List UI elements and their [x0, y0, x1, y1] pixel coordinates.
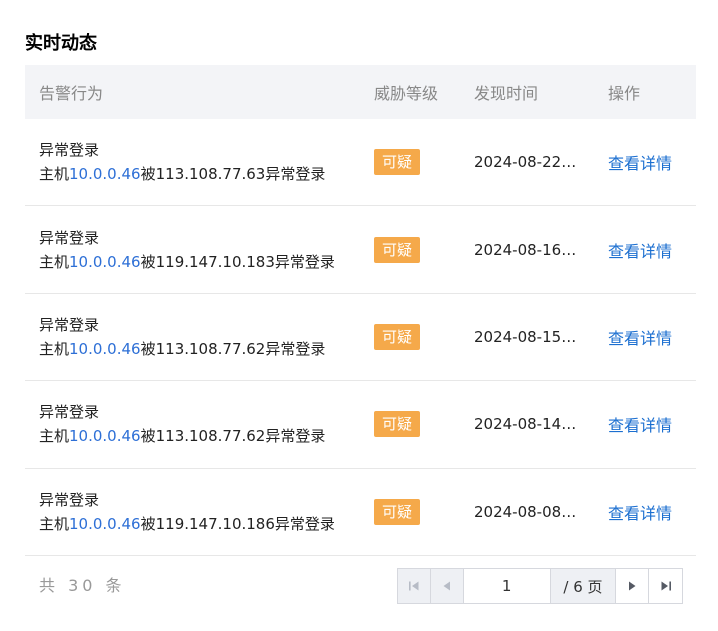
time-cell: 2024-08-14 … [460, 415, 594, 433]
table-row: 异常登录 主机10.0.0.46被119.147.10.183异常登录 可疑 2… [25, 206, 696, 294]
action-cell: 查看详情 [594, 412, 696, 436]
behavior-cell: 异常登录 主机10.0.0.46被119.147.10.186异常登录 [25, 488, 360, 536]
behavior-cell: 异常登录 主机10.0.0.46被113.108.77.62异常登录 [25, 400, 360, 448]
action-cell: 查看详情 [594, 500, 696, 524]
behavior-cell: 异常登录 主机10.0.0.46被113.108.77.63异常登录 [25, 138, 360, 186]
column-header-time: 发现时间 [474, 84, 539, 103]
first-page-button[interactable] [398, 569, 431, 603]
source-ip: 119.147.10.186 [155, 514, 275, 533]
host-ip-link[interactable]: 10.0.0.46 [69, 340, 141, 358]
column-header-level: 威胁等级 [374, 84, 439, 103]
event-name: 异常登录 [39, 490, 100, 509]
event-detail: 主机10.0.0.46被113.108.77.62异常登录 [39, 337, 360, 361]
source-ip: 119.147.10.183 [155, 252, 275, 271]
view-details-link[interactable]: 查看详情 [608, 242, 672, 261]
table-row: 异常登录 主机10.0.0.46被113.108.77.63异常登录 可疑 20… [25, 119, 696, 207]
threat-level-badge: 可疑 [374, 323, 421, 350]
detail-middle: 被 [140, 427, 156, 446]
detection-time: 2024-08-14 … [474, 415, 580, 434]
detail-prefix: 主机 [39, 252, 70, 271]
threat-level-badge: 可疑 [374, 236, 421, 263]
detail-prefix: 主机 [39, 514, 70, 533]
detail-suffix: 异常登录 [265, 339, 326, 358]
column-header-behavior: 告警行为 [39, 84, 104, 103]
level-cell: 可疑 [360, 236, 460, 263]
detail-middle: 被 [140, 252, 156, 271]
threat-level-badge: 可疑 [374, 498, 421, 525]
level-cell: 可疑 [360, 411, 460, 438]
event-detail: 主机10.0.0.46被119.147.10.183异常登录 [39, 250, 360, 274]
event-name: 异常登录 [39, 228, 100, 247]
next-page-button[interactable] [616, 569, 650, 603]
table-header: 告警行为 威胁等级 发现时间 操作 [25, 65, 696, 119]
threat-level-badge: 可疑 [374, 411, 421, 438]
detail-prefix: 主机 [39, 427, 70, 446]
source-ip: 113.108.77.62 [155, 427, 266, 446]
level-cell: 可疑 [360, 498, 460, 525]
table-row: 异常登录 主机10.0.0.46被119.147.10.186异常登录 可疑 2… [25, 469, 696, 556]
behavior-cell: 异常登录 主机10.0.0.46被119.147.10.183异常登录 [25, 226, 360, 274]
detection-time: 2024-08-22 … [474, 153, 580, 172]
behavior-cell: 异常登录 主机10.0.0.46被113.108.77.62异常登录 [25, 313, 360, 361]
detail-suffix: 异常登录 [265, 165, 326, 184]
view-details-link[interactable]: 查看详情 [608, 504, 672, 523]
host-ip-link[interactable]: 10.0.0.46 [69, 253, 141, 271]
last-page-button[interactable] [649, 569, 682, 603]
view-details-link[interactable]: 查看详情 [608, 329, 672, 348]
table-row: 异常登录 主机10.0.0.46被113.108.77.62异常登录 可疑 20… [25, 381, 696, 469]
event-detail: 主机10.0.0.46被119.147.10.186异常登录 [39, 512, 360, 536]
next-page-icon [629, 581, 636, 591]
host-ip-link[interactable]: 10.0.0.46 [69, 515, 141, 533]
threat-level-badge: 可疑 [374, 149, 421, 176]
pagination-footer: 共 30 条 / 6 页 [25, 568, 696, 604]
source-ip: 113.108.77.62 [155, 339, 266, 358]
time-cell: 2024-08-16 … [460, 241, 594, 259]
action-cell: 查看详情 [594, 325, 696, 349]
detection-time: 2024-08-08 … [474, 502, 580, 521]
prev-page-button[interactable] [430, 569, 464, 603]
source-ip: 113.108.77.63 [155, 165, 266, 184]
host-ip-link[interactable]: 10.0.0.46 [69, 427, 141, 445]
detail-prefix: 主机 [39, 339, 70, 358]
event-detail: 主机10.0.0.46被113.108.77.63异常登录 [39, 162, 360, 186]
detail-suffix: 异常登录 [265, 427, 326, 446]
detection-time: 2024-08-16 … [474, 240, 580, 259]
detail-suffix: 异常登录 [274, 514, 335, 533]
level-cell: 可疑 [360, 323, 460, 350]
detail-prefix: 主机 [39, 165, 70, 184]
view-details-link[interactable]: 查看详情 [608, 154, 672, 173]
last-page-icon [661, 581, 671, 591]
action-cell: 查看详情 [594, 150, 696, 174]
event-name: 异常登录 [39, 403, 100, 422]
level-cell: 可疑 [360, 149, 460, 176]
column-header-action: 操作 [608, 84, 641, 103]
detail-middle: 被 [140, 165, 156, 184]
alert-table: 告警行为 威胁等级 发现时间 操作 异常登录 主机10.0.0.46被113.1… [25, 65, 696, 556]
host-ip-link[interactable]: 10.0.0.46 [69, 165, 141, 183]
detail-suffix: 异常登录 [274, 252, 335, 271]
section-title: 实时动态 [25, 33, 97, 54]
time-cell: 2024-08-22 … [460, 153, 594, 171]
detail-middle: 被 [140, 339, 156, 358]
event-detail: 主机10.0.0.46被113.108.77.62异常登录 [39, 424, 360, 448]
table-row: 异常登录 主机10.0.0.46被113.108.77.62异常登录 可疑 20… [25, 294, 696, 382]
detail-middle: 被 [140, 514, 156, 533]
pagination: / 6 页 [397, 568, 683, 604]
detection-time: 2024-08-15 … [474, 327, 580, 346]
action-cell: 查看详情 [594, 238, 696, 262]
event-name: 异常登录 [39, 315, 100, 334]
time-cell: 2024-08-15 … [460, 328, 594, 346]
total-count: 共 30 条 [39, 576, 126, 595]
prev-page-icon [443, 581, 450, 591]
event-name: 异常登录 [39, 141, 100, 160]
total-pages: / 6 页 [550, 569, 617, 603]
page-number-input[interactable] [463, 569, 551, 603]
view-details-link[interactable]: 查看详情 [608, 416, 672, 435]
time-cell: 2024-08-08 … [460, 503, 594, 521]
first-page-icon [408, 581, 419, 591]
